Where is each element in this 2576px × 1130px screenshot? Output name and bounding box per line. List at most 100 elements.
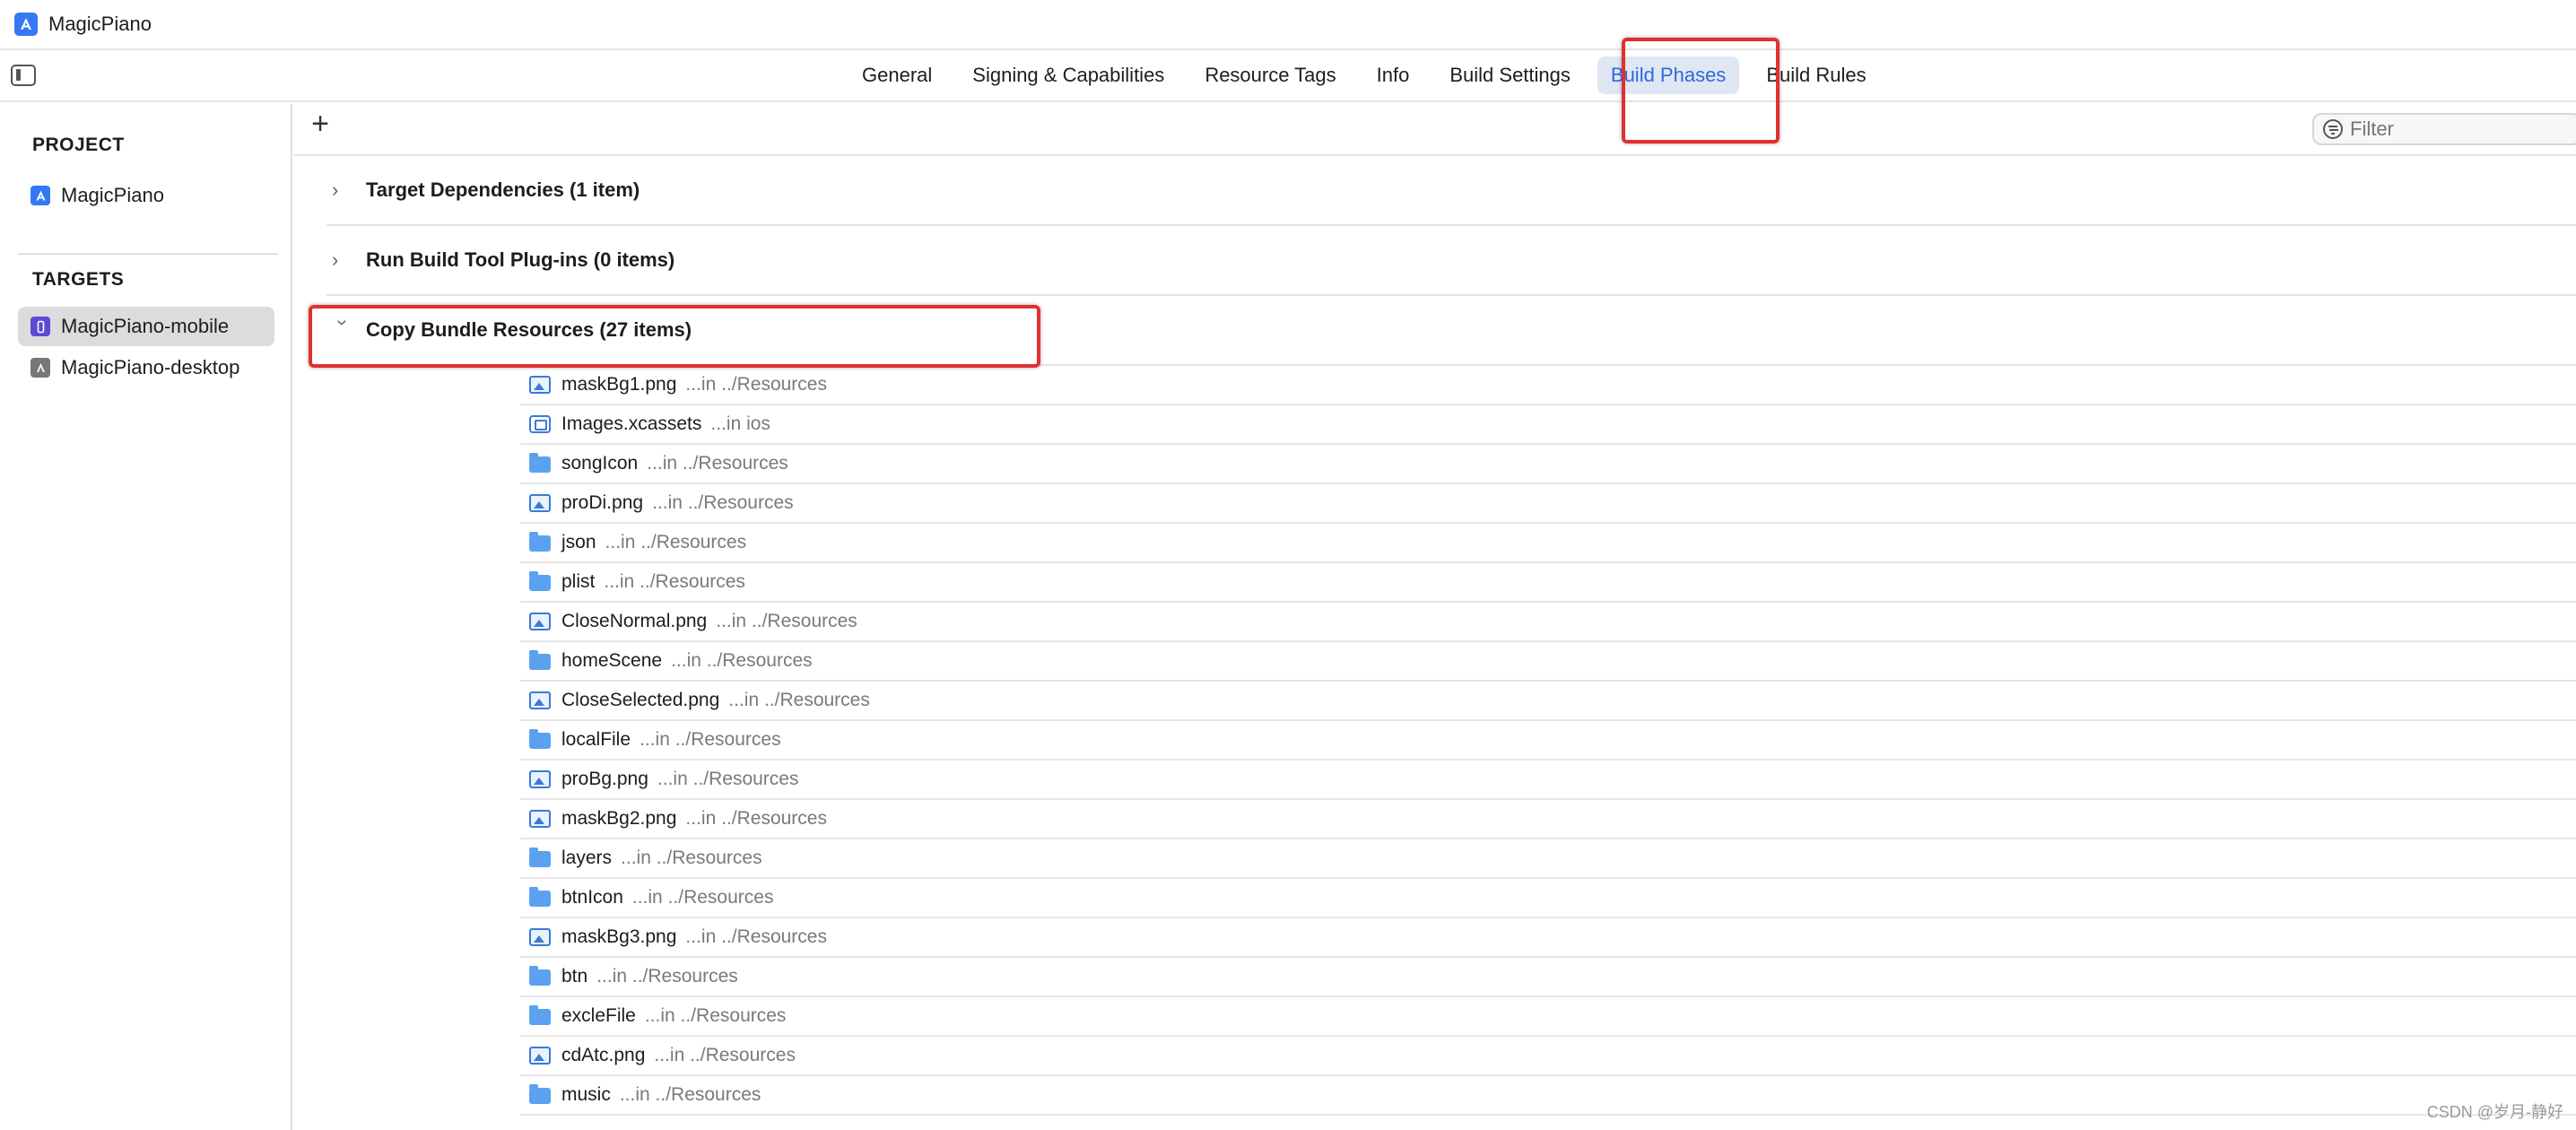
phase-run-build-tool-plugins[interactable]: › Run Build Tool Plug-ins (0 items) xyxy=(326,226,2576,296)
phase-title: Target Dependencies (1 item) xyxy=(366,178,640,201)
file-row[interactable]: proBg.png ...in ../Resources xyxy=(520,761,2576,800)
file-path: ...in ../Resources xyxy=(728,690,870,710)
file-row[interactable]: plist ...in ../Resources xyxy=(520,563,2576,603)
folder-icon xyxy=(529,729,551,749)
file-path: ...in ../Resources xyxy=(654,1045,796,1065)
file-row[interactable]: cdAtc.png ...in ../Resources xyxy=(520,1037,2576,1076)
folder-icon xyxy=(529,571,551,591)
tab-info[interactable]: Info xyxy=(1363,56,1423,94)
file-row[interactable]: layers ...in ../Resources xyxy=(520,839,2576,879)
window-title: MagicPiano xyxy=(48,13,152,35)
file-row[interactable]: proDi.png ...in ../Resources xyxy=(520,484,2576,524)
sidebar-item-target-desktop[interactable]: MagicPiano-desktop xyxy=(18,348,274,387)
file-path: ...in ../Resources xyxy=(644,1005,787,1026)
folder-icon xyxy=(529,650,551,670)
desktop-target-icon xyxy=(30,358,50,378)
title-bar: MagicPiano xyxy=(0,0,2576,50)
image-file-icon xyxy=(529,691,551,709)
file-row[interactable]: localFile ...in ../Resources xyxy=(520,721,2576,761)
tab-resource-tags[interactable]: Resource Tags xyxy=(1191,56,1349,94)
file-name: excleFile xyxy=(561,1005,636,1026)
file-path: ...in ../Resources xyxy=(652,492,794,513)
file-row[interactable]: homeScene ...in ../Resources xyxy=(520,642,2576,682)
file-path: ...in ../Resources xyxy=(671,650,813,671)
file-name: maskBg2.png xyxy=(561,808,677,829)
chevron-right-icon[interactable]: › xyxy=(332,248,353,272)
add-build-phase-button[interactable]: + xyxy=(307,109,334,139)
project-icon xyxy=(30,186,50,205)
file-path: ...in ios xyxy=(710,413,770,434)
filter-field[interactable] xyxy=(2312,113,2576,145)
sidebar-item-target-mobile[interactable]: MagicPiano-mobile xyxy=(18,307,274,346)
image-file-icon xyxy=(529,613,551,630)
file-path: ...in ../Resources xyxy=(685,374,827,395)
file-path: ...in ../Resources xyxy=(605,532,747,552)
targets-section-header: TARGETS xyxy=(32,269,125,290)
file-name: btn xyxy=(561,966,588,987)
file-path: ...in ../Resources xyxy=(604,571,745,592)
file-row[interactable]: Images.xcassets ...in ios xyxy=(520,405,2576,445)
file-name: json xyxy=(561,532,596,552)
file-path: ...in ../Resources xyxy=(647,453,788,474)
file-path: ...in ../Resources xyxy=(619,1084,761,1105)
file-name: proDi.png xyxy=(561,492,644,513)
image-file-icon xyxy=(529,1047,551,1065)
image-file-icon xyxy=(529,770,551,788)
file-name: localFile xyxy=(561,729,631,750)
image-file-icon xyxy=(529,494,551,512)
file-row[interactable]: songIcon ...in ../Resources xyxy=(520,445,2576,484)
folder-icon xyxy=(529,453,551,473)
annotation-box-copy-bundle-resources xyxy=(309,305,1040,368)
folder-icon xyxy=(529,966,551,986)
file-row[interactable]: music ...in ../Resources xyxy=(520,1076,2576,1116)
project-section-header: PROJECT xyxy=(32,135,125,155)
project-navigator: PROJECT MagicPiano TARGETS MagicPiano-mo… xyxy=(0,104,292,1130)
file-row[interactable]: btn ...in ../Resources xyxy=(520,958,2576,997)
file-name: songIcon xyxy=(561,453,639,474)
folder-icon xyxy=(529,848,551,867)
file-path: ...in ../Resources xyxy=(685,808,827,829)
build-phases-editor: + › Target Dependencies (1 item) › Run B… xyxy=(294,104,2576,1130)
mobile-target-icon xyxy=(30,317,50,336)
file-row[interactable]: CloseNormal.png ...in ../Resources xyxy=(520,603,2576,642)
tab-signing-capabilities[interactable]: Signing & Capabilities xyxy=(959,56,1178,94)
phase-title: Run Build Tool Plug-ins (0 items) xyxy=(366,248,675,271)
phase-target-dependencies[interactable]: › Target Dependencies (1 item) xyxy=(326,156,2576,226)
file-path: ...in ../Resources xyxy=(716,611,857,631)
image-file-icon xyxy=(529,810,551,828)
file-name: maskBg1.png xyxy=(561,374,677,395)
filter-icon xyxy=(2323,119,2343,139)
filter-input[interactable] xyxy=(2350,117,2556,141)
file-row[interactable]: excleFile ...in ../Resources xyxy=(520,997,2576,1037)
tab-build-settings[interactable]: Build Settings xyxy=(1436,56,1584,94)
xcode-app-icon xyxy=(14,13,38,36)
file-row[interactable]: CloseSelected.png ...in ../Resources xyxy=(520,682,2576,721)
file-name: proBg.png xyxy=(561,769,648,789)
file-name: Images.xcassets xyxy=(561,413,702,434)
folder-icon xyxy=(529,532,551,552)
sidebar-item-label: MagicPiano xyxy=(61,184,164,206)
file-name: CloseNormal.png xyxy=(561,611,708,631)
folder-icon xyxy=(529,1084,551,1104)
file-path: ...in ../Resources xyxy=(657,769,799,789)
folder-icon xyxy=(529,887,551,907)
file-row[interactable]: maskBg3.png ...in ../Resources xyxy=(520,918,2576,958)
sidebar-item-label: MagicPiano-desktop xyxy=(61,356,240,378)
file-name: maskBg3.png xyxy=(561,926,677,947)
file-row[interactable]: json ...in ../Resources xyxy=(520,524,2576,563)
file-row[interactable]: btnIcon ...in ../Resources xyxy=(520,879,2576,918)
sidebar-toggle-icon[interactable] xyxy=(11,65,36,86)
image-file-icon xyxy=(529,376,551,394)
file-path: ...in ../Resources xyxy=(685,926,827,947)
tab-general[interactable]: General xyxy=(849,56,945,94)
chevron-right-icon[interactable]: › xyxy=(332,178,353,202)
file-path: ...in ../Resources xyxy=(596,966,738,987)
asset-catalog-icon xyxy=(529,415,551,433)
image-file-icon xyxy=(529,928,551,946)
file-path: ...in ../Resources xyxy=(621,848,762,868)
file-row[interactable]: maskBg2.png ...in ../Resources xyxy=(520,800,2576,839)
sidebar-item-project[interactable]: MagicPiano xyxy=(18,176,274,215)
annotation-box-build-phases xyxy=(1622,38,1780,143)
file-path: ...in ../Resources xyxy=(631,887,774,908)
file-row[interactable]: maskBg1.png ...in ../Resources xyxy=(520,366,2576,405)
